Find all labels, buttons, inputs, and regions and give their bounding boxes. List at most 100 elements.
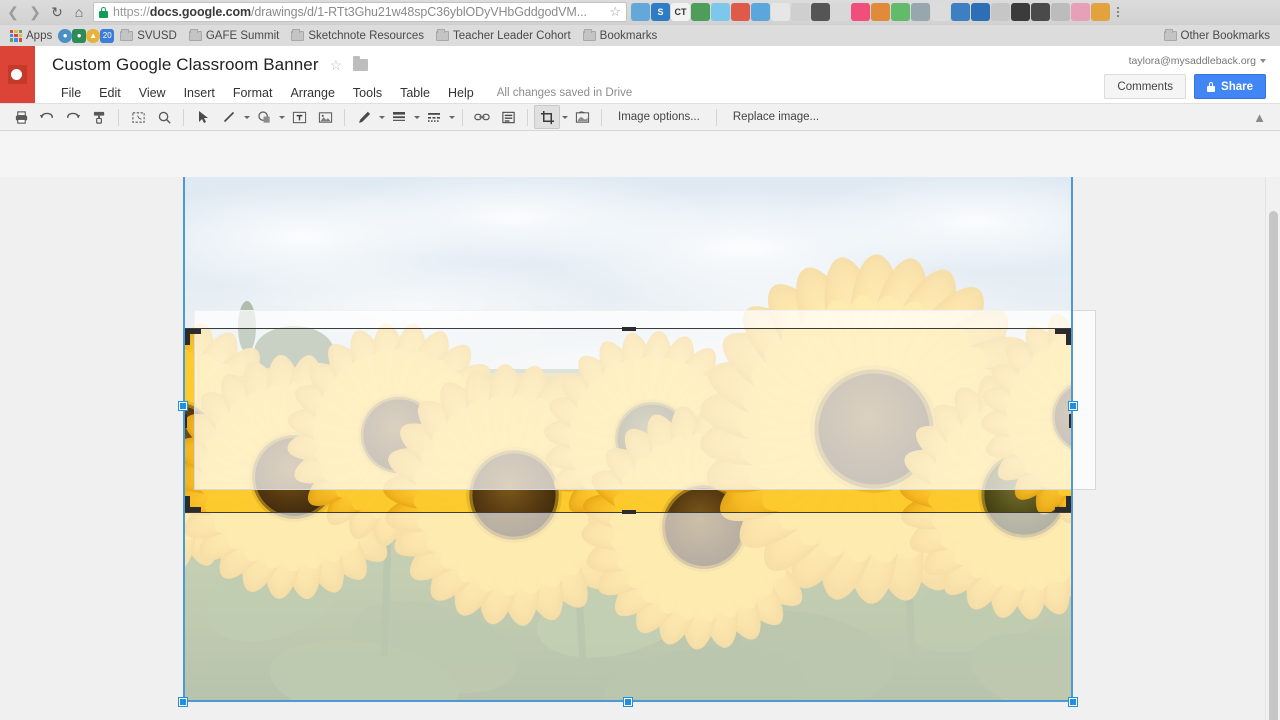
- replace-image-button[interactable]: Replace image...: [723, 111, 829, 123]
- extension-blue-bird[interactable]: [751, 3, 770, 21]
- insert-link-button[interactable]: [469, 105, 495, 129]
- forward-button[interactable]: ❯: [24, 1, 46, 23]
- extension-pink-heart[interactable]: [851, 3, 870, 21]
- star-outline-icon[interactable]: ☆: [330, 57, 343, 74]
- other-bookmarks-label: Other Bookmarks: [1180, 29, 1270, 42]
- mask-image-button[interactable]: [569, 105, 595, 129]
- bookmark-gafe-summit[interactable]: GAFE Summit: [183, 26, 285, 46]
- menu-tools[interactable]: Tools: [344, 83, 391, 103]
- extension-shield[interactable]: [711, 3, 730, 21]
- line-tool-dropdown-arrow[interactable]: [242, 115, 251, 119]
- extension-ct[interactable]: CT: [671, 3, 690, 21]
- extension-orange-flag[interactable]: [1091, 3, 1110, 21]
- extension-blue-moon[interactable]: [971, 3, 990, 21]
- google-drawings-logo[interactable]: [0, 46, 35, 103]
- menu-view[interactable]: View: [130, 83, 175, 103]
- comments-button[interactable]: Comments: [1104, 74, 1187, 99]
- star-icon[interactable]: ☆: [605, 4, 621, 20]
- crop-image-button[interactable]: [534, 105, 560, 129]
- extension-orange-circle[interactable]: [871, 3, 890, 21]
- text-box-button[interactable]: [286, 105, 312, 129]
- shape-tool-button[interactable]: [251, 105, 277, 129]
- select-tool-button[interactable]: [190, 105, 216, 129]
- extension-green-note[interactable]: [691, 3, 710, 21]
- drawing-page[interactable]: [184, 177, 1072, 701]
- insert-image-button[interactable]: [312, 105, 338, 129]
- extension-faded-arrow[interactable]: [931, 3, 950, 21]
- extension-grid-grey[interactable]: [791, 3, 810, 21]
- extension-red-circle[interactable]: [731, 3, 750, 21]
- extension-white-globe[interactable]: [771, 3, 790, 21]
- print-button[interactable]: [8, 105, 34, 129]
- crop-dropdown-arrow[interactable]: [560, 115, 569, 119]
- address-bar[interactable]: https://docs.google.com/drawings/d/1-RTt…: [93, 2, 627, 22]
- bookmark-label: Bookmarks: [599, 29, 658, 42]
- apps-shortcut[interactable]: Apps: [4, 26, 58, 46]
- bookmark-icon-blue-app[interactable]: 20: [100, 28, 115, 43]
- page-title[interactable]: Custom Google Classroom Banner: [52, 55, 319, 75]
- menu-table[interactable]: Table: [391, 83, 439, 103]
- extension-faded[interactable]: [831, 3, 850, 21]
- sunflower-field-photo[interactable]: [184, 177, 1072, 701]
- border-weight-button[interactable]: [386, 105, 412, 129]
- bookmark-sketchnote-resources[interactable]: Sketchnote Resources: [285, 26, 430, 46]
- bookmark-bookmarks[interactable]: Bookmarks: [577, 26, 664, 46]
- extension-grey-globe[interactable]: [911, 3, 930, 21]
- line-tool-button[interactable]: [216, 105, 242, 129]
- undo-button[interactable]: [34, 105, 60, 129]
- bookmark-icon-drive[interactable]: ▲: [86, 28, 101, 43]
- border-color-dropdown-arrow[interactable]: [377, 115, 386, 119]
- header-right: taylora@mysaddleback.org Comments Share: [1104, 54, 1266, 99]
- border-color-button[interactable]: [351, 105, 377, 129]
- scrollbar-thumb[interactable]: [1269, 211, 1278, 720]
- select-region-button[interactable]: [125, 105, 151, 129]
- extension-dark-globe[interactable]: [1011, 3, 1030, 21]
- apps-grid-icon: [10, 29, 22, 42]
- menu-arrange[interactable]: Arrange: [281, 83, 343, 103]
- folder-icon[interactable]: [353, 56, 369, 71]
- toolbar-divider: [527, 108, 528, 126]
- redo-button[interactable]: [60, 105, 86, 129]
- shape-tool-dropdown-arrow[interactable]: [277, 115, 286, 119]
- text-align-button[interactable]: [495, 105, 521, 129]
- back-button[interactable]: ❮: [2, 1, 24, 23]
- share-button[interactable]: Share: [1194, 74, 1266, 99]
- menu-help[interactable]: Help: [439, 83, 483, 103]
- bookmark-teacher-leader-cohort[interactable]: Teacher Leader Cohort: [430, 26, 577, 46]
- extension-dark-grid[interactable]: [1031, 3, 1050, 21]
- extension-blue-person[interactable]: [631, 3, 650, 21]
- canvas-area[interactable]: [0, 177, 1280, 720]
- menu-format[interactable]: Format: [224, 83, 282, 103]
- chevron-up-icon[interactable]: ▲: [1253, 110, 1266, 125]
- three-dots-menu-icon[interactable]: [1110, 7, 1126, 17]
- menu-insert[interactable]: Insert: [175, 83, 224, 103]
- omnibox-row: ❮ ❯ ↻ ⌂ https://docs.google.com/drawings…: [0, 0, 1280, 24]
- vertical-scrollbar[interactable]: [1265, 177, 1280, 720]
- other-bookmarks[interactable]: Other Bookmarks: [1158, 26, 1276, 46]
- reload-button[interactable]: ↻: [46, 1, 68, 23]
- menu-file[interactable]: File: [52, 83, 90, 103]
- url-host: docs.google.com: [149, 5, 252, 19]
- border-dash-button[interactable]: [421, 105, 447, 129]
- extension-dark-square[interactable]: [811, 3, 830, 21]
- paint-format-button[interactable]: [86, 105, 112, 129]
- zoom-button[interactable]: [151, 105, 177, 129]
- bookmark-svusd[interactable]: SVUSD: [114, 26, 183, 46]
- account-switcher[interactable]: taylora@mysaddleback.org: [1104, 54, 1266, 68]
- extension-green-square[interactable]: [891, 3, 910, 21]
- extension-screencastify[interactable]: S: [651, 3, 670, 21]
- extension-tool[interactable]: [1051, 3, 1070, 21]
- border-dash-dropdown-arrow[interactable]: [447, 115, 456, 119]
- border-weight-dropdown-arrow[interactable]: [412, 115, 421, 119]
- extension-pink-tool[interactable]: [1071, 3, 1090, 21]
- home-button[interactable]: ⌂: [68, 1, 90, 23]
- extension-grey-bird[interactable]: [991, 3, 1010, 21]
- bookmark-icon-contact[interactable]: ●: [72, 28, 87, 43]
- image-options-button[interactable]: Image options...: [608, 111, 710, 123]
- extension-blue-window[interactable]: [951, 3, 970, 21]
- menu-edit[interactable]: Edit: [90, 83, 130, 103]
- app-header: Custom Google Classroom Banner ☆ File Ed…: [0, 46, 1280, 103]
- folder-icon: [291, 28, 305, 41]
- bookmark-icon-globe[interactable]: ●: [58, 28, 73, 43]
- save-status: All changes saved in Drive: [496, 87, 633, 99]
